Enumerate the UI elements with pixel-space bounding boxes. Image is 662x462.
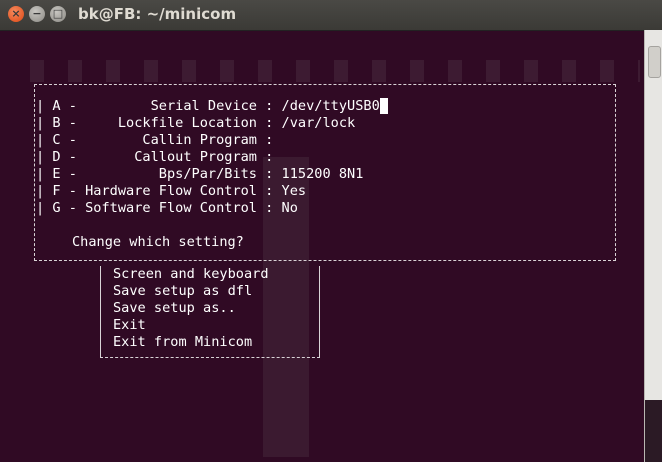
background-toolbar: [30, 60, 640, 82]
setup-key: F -: [52, 183, 86, 199]
setup-row-b[interactable]: | B - Lockfile Location : /var/lock: [36, 115, 355, 132]
setup-label: Software Flow Control :: [85, 200, 282, 216]
setup-row-c[interactable]: | C - Callin Program :: [36, 132, 282, 149]
setup-row-d[interactable]: | D - Callout Program :: [36, 149, 282, 166]
menu-item-exit-minicom[interactable]: Exit from Minicom: [113, 334, 252, 351]
setup-value: Yes: [281, 183, 307, 199]
setup-label: Callout Program :: [85, 149, 282, 165]
setup-row-e[interactable]: | E - Bps/Par/Bits : 115200 8N1: [36, 166, 363, 183]
setup-prompt: Change which setting?: [72, 234, 244, 250]
window-titlebar: × − □ bk@FB: ~/minicom: [0, 0, 662, 31]
setup-row-f[interactable]: | F - Hardware Flow Control : Yes: [36, 183, 306, 200]
minimize-window-button[interactable]: −: [29, 6, 45, 22]
scrollbar-trough: [645, 400, 662, 462]
setup-key: E -: [52, 166, 86, 182]
menu-item-screen-keyboard[interactable]: Screen and keyboard: [113, 266, 269, 283]
terminal-scrollbar[interactable]: [644, 30, 662, 462]
setup-key: B -: [52, 115, 86, 131]
window-title: bk@FB: ~/minicom: [78, 5, 237, 23]
setup-label: Hardware Flow Control :: [85, 183, 282, 199]
setup-label: Serial Device :: [85, 98, 282, 114]
setup-key: G -: [52, 200, 86, 216]
setup-key: C -: [52, 132, 86, 148]
setup-label: Lockfile Location :: [85, 115, 282, 131]
setup-row-a[interactable]: | A - Serial Device : /dev/ttyUSB0: [36, 98, 388, 115]
minicom-menu: Screen and keyboard Save setup as dfl Sa…: [100, 266, 320, 358]
setup-value: /var/lock: [281, 115, 356, 131]
maximize-window-button[interactable]: □: [50, 6, 66, 22]
menu-item-exit[interactable]: Exit: [113, 317, 146, 334]
menu-item-save-as[interactable]: Save setup as..: [113, 300, 236, 317]
menu-item-save-dfl[interactable]: Save setup as dfl: [113, 283, 252, 300]
setup-value: 115200 8N1: [281, 166, 364, 182]
setup-label: Bps/Par/Bits :: [85, 166, 282, 182]
text-cursor: [379, 98, 388, 114]
setup-value: No: [281, 200, 298, 216]
setup-label: Callin Program :: [85, 132, 282, 148]
scrollbar-thumb[interactable]: [648, 46, 661, 78]
close-window-button[interactable]: ×: [8, 6, 24, 22]
setup-row-g[interactable]: | G - Software Flow Control : No: [36, 200, 298, 217]
setup-key: A -: [52, 98, 86, 114]
setup-key: D -: [52, 149, 86, 165]
terminal-area[interactable]: | A - Serial Device : /dev/ttyUSB0 | B -…: [0, 30, 644, 462]
setup-value: /dev/ttyUSB0: [281, 98, 380, 114]
